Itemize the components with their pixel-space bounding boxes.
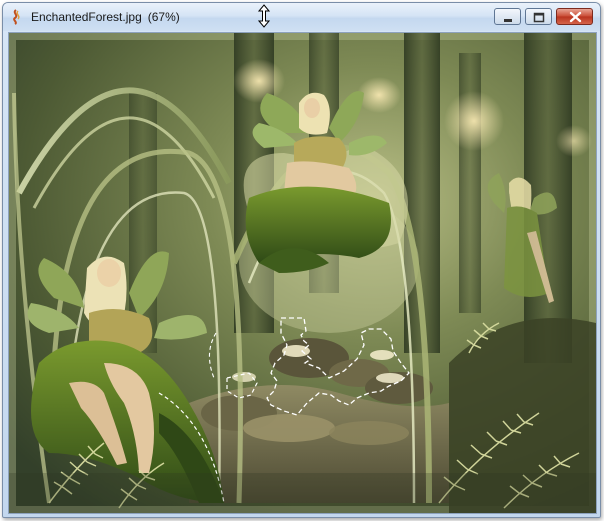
maximize-icon (533, 12, 545, 23)
paint-app-icon (13, 9, 20, 25)
zoom-level: (67%) (147, 10, 180, 24)
image-window: EnchantedForest.jpg (67%) (2, 2, 601, 518)
title-bar[interactable]: EnchantedForest.jpg (67%) (3, 3, 600, 31)
file-name: EnchantedForest.jpg (31, 10, 142, 24)
vertical-resize-cursor-icon (258, 4, 270, 28)
close-button[interactable] (556, 8, 593, 25)
close-icon (569, 11, 582, 23)
maximize-button[interactable] (525, 8, 552, 25)
window-title: EnchantedForest.jpg (67%) (31, 10, 180, 24)
image-canvas[interactable] (8, 32, 597, 514)
minimize-button[interactable] (494, 8, 521, 25)
minimize-icon (504, 19, 512, 22)
enchanted-forest-image (9, 33, 596, 513)
